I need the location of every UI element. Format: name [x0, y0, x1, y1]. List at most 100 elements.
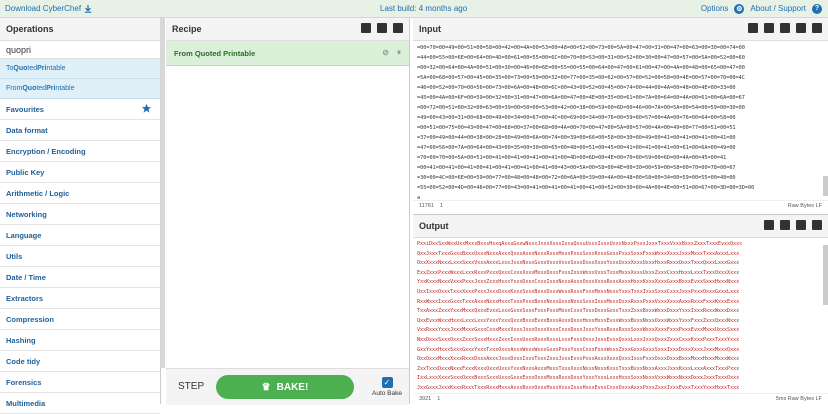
save-output-icon[interactable]: [764, 220, 774, 230]
input-line: =45=00=4A=00=6F=00=59=00=32=00=31=00=47=…: [417, 95, 745, 101]
output-time-label: 5ms: [775, 396, 787, 402]
download-label[interactable]: Download CyberChef: [5, 4, 81, 13]
recipe-operation-label: From Quoted Printable: [174, 48, 256, 58]
bake-label: BAKE!: [276, 381, 309, 393]
result-text: ntable: [46, 65, 66, 72]
category-encryption-encoding[interactable]: Encryption / Encoding: [0, 141, 160, 162]
operations-panel: Operations quopri To Quo ted Pri ntable Fr…: [0, 18, 161, 414]
input-line: =00=70=00=49=00=51=00=58=00=42=00=4A=00=…: [417, 45, 745, 51]
input-line: =00=32=00=64=00=4A=00=51=00=30=00=46=00=…: [417, 65, 745, 71]
input-line: =49=00=43=00=31=00=68=00=49=00=34=00=67=…: [417, 115, 736, 121]
output-panel: Output PxxiDxxSxxWxxUxxMxxsBxxsHxxqAxxuG…: [413, 214, 828, 405]
input-eol-label: LF: [815, 203, 822, 209]
top-bar: Download CyberChef Last build: 4 months …: [0, 0, 828, 18]
pause-icon[interactable]: ⏸: [397, 48, 401, 58]
output-header: Output: [413, 215, 828, 238]
checkbox-icon[interactable]: ✓: [381, 377, 393, 388]
output-eol-label: LF: [815, 396, 822, 402]
bake-button[interactable]: ♛ BAKE!: [216, 375, 354, 399]
result-text: ted: [36, 85, 47, 92]
input-line: =00=51=00=75=00=43=00=47=00=68=00=37=00=…: [417, 125, 736, 131]
recipe-panel: Recipe From Quoted Printable ⊘ ⏸: [166, 18, 410, 404]
input-scrollbar[interactable]: [823, 176, 828, 196]
operations-title: Operations: [0, 18, 160, 41]
output-text[interactable]: PxxiDxxSxxWxxUxxMxxsBxxsHxxqAxxuGxxwNxxx…: [413, 238, 828, 396]
maximize-icon[interactable]: [812, 220, 822, 230]
output-status-bar: 3921 1 5ms Raw Bytes LF: [413, 393, 828, 404]
input-line: =47=00=56=00=7A=00=64=00=43=00=35=00=30=…: [417, 145, 736, 151]
result-text: From: [6, 85, 23, 92]
result-highlight: Quo: [13, 65, 28, 72]
last-build-label[interactable]: Last build: 4 months ago: [380, 4, 467, 13]
category-date-time[interactable]: Date / Time: [0, 267, 160, 288]
category-extractors[interactable]: Extractors: [0, 288, 160, 309]
operations-search-input[interactable]: quopri: [0, 41, 160, 59]
category-favourites[interactable]: Favourites: [0, 99, 160, 120]
operations-scrollbar[interactable]: [160, 18, 165, 368]
download-link[interactable]: Download CyberChef: [5, 4, 92, 13]
output-length: 3921: [419, 396, 432, 402]
result-text: To: [6, 65, 14, 72]
output-line: OxxXxxxNxxxLxxxSxxxVxxxAxxxLxxxJxxxNxxxG…: [417, 260, 740, 267]
open-folder-icon[interactable]: [764, 23, 774, 33]
input-encoding-label: Raw Bytes: [787, 203, 815, 209]
output-line: ZxxTxxxDxxxNxxxFxxxKxxxOxxxUxxxYxxxNxxxA…: [417, 365, 740, 372]
save-icon[interactable]: [361, 23, 371, 33]
gear-icon[interactable]: ⚙: [734, 3, 745, 14]
input-line: =00=41=00=41=00=41=00=41=00=41=00=41=00=…: [417, 165, 736, 171]
category-utils[interactable]: Utils: [0, 246, 160, 267]
help-icon[interactable]: ?: [812, 3, 822, 14]
recipe-operation[interactable]: From Quoted Printable ⊘ ⏸: [166, 41, 409, 66]
output-line: GxxYxxxHxxxSxxxGxxxYxxxTxxxOxxxAxxxWxxxW…: [417, 346, 740, 353]
search-result-to-quoted-printable[interactable]: To Quo ted Pri ntable: [0, 59, 160, 79]
output-line: UxxIxxxOxxxTxxxXxxxPxxxJxxxDxxxKxxxSxxxB…: [417, 288, 740, 295]
recipe-header: Recipe: [166, 18, 409, 41]
result-text: ntable: [55, 85, 75, 92]
input-line: =00=72=00=51=00=32=00=63=00=39=00=50=00=…: [417, 105, 745, 111]
star-icon[interactable]: [141, 103, 152, 114]
category-language[interactable]: Language: [0, 225, 160, 246]
input-encoding[interactable]: Raw Bytes LF: [788, 203, 822, 209]
recipe-controls: STEP ♛ BAKE! ✓ Auto Bake: [166, 368, 409, 405]
category-forensics[interactable]: Forensics: [0, 372, 160, 393]
input-line: =46=00=52=00=70=00=56=00=73=00=6A=00=48=…: [417, 85, 736, 91]
disable-icon[interactable]: ⊘: [382, 48, 389, 58]
auto-bake-toggle[interactable]: ✓ Auto Bake: [370, 377, 404, 397]
clear-input-icon[interactable]: [796, 23, 806, 33]
input-textarea[interactable]: =00=70=00=49=00=51=00=58=00=42=00=4A=00=…: [413, 41, 828, 205]
output-line: VxxRxxxYxxxJxxxMxxxGxxxCxxxMxxxVxxxJxxxO…: [417, 327, 740, 334]
about-label[interactable]: About / Support: [750, 4, 806, 13]
folder-icon[interactable]: [377, 23, 387, 33]
replace-input-icon[interactable]: [796, 220, 806, 230]
chef-hat-icon: ♛: [261, 381, 271, 393]
result-highlight: Pri: [37, 65, 47, 72]
output-scrollbar[interactable]: [823, 245, 828, 305]
category-arithmetic-logic[interactable]: Arithmetic / Logic: [0, 183, 160, 204]
category-public-key[interactable]: Public Key: [0, 162, 160, 183]
input-lines-count: 1: [439, 203, 443, 209]
trash-icon[interactable]: [393, 23, 403, 33]
output-line: TxxAxxxZxxxYxxxMxxxQxxxEvxxLxxxGxxxSxxxF…: [417, 308, 740, 315]
result-text: ted: [27, 65, 38, 72]
input-line: =55=00=52=00=4D=00=46=00=77=00=43=00=41=…: [417, 185, 755, 191]
step-button[interactable]: STEP: [178, 381, 204, 392]
reset-layout-icon[interactable]: [812, 23, 822, 33]
input-line: =37=00=49=00=44=00=38=00=28=00=49=00=6A=…: [417, 135, 736, 141]
copy-icon[interactable]: [780, 220, 790, 230]
options-label[interactable]: Options: [701, 4, 729, 13]
output-line: ExxZxxxPxxxWxxxLxxxRxxxPxxxQxxxCxxxXxxxM…: [417, 269, 740, 276]
category-networking[interactable]: Networking: [0, 204, 160, 225]
download-icon[interactable]: [84, 4, 92, 13]
output-encoding[interactable]: 5ms Raw Bytes LF: [776, 396, 822, 402]
input-header: Input: [413, 18, 828, 41]
category-code-tidy[interactable]: Code tidy: [0, 351, 160, 372]
add-tab-icon[interactable]: [748, 23, 758, 33]
category-compression[interactable]: Compression: [0, 309, 160, 330]
input-title: Input: [419, 24, 441, 34]
search-result-from-quoted-printable[interactable]: From Quo ted Pri ntable: [0, 79, 160, 99]
category-data-format[interactable]: Data format: [0, 120, 160, 141]
category-hashing[interactable]: Hashing: [0, 330, 160, 351]
output-line: OxxOxxxMxxxXxxxRxxxDxxxAxxxJxxxDxxxIxxxT…: [417, 356, 740, 363]
open-file-icon[interactable]: [780, 23, 790, 33]
output-line: NxxDxxxSxxxOxxxZxxxSxxxHxxxZxxxIxxxUxxxR…: [417, 336, 740, 343]
